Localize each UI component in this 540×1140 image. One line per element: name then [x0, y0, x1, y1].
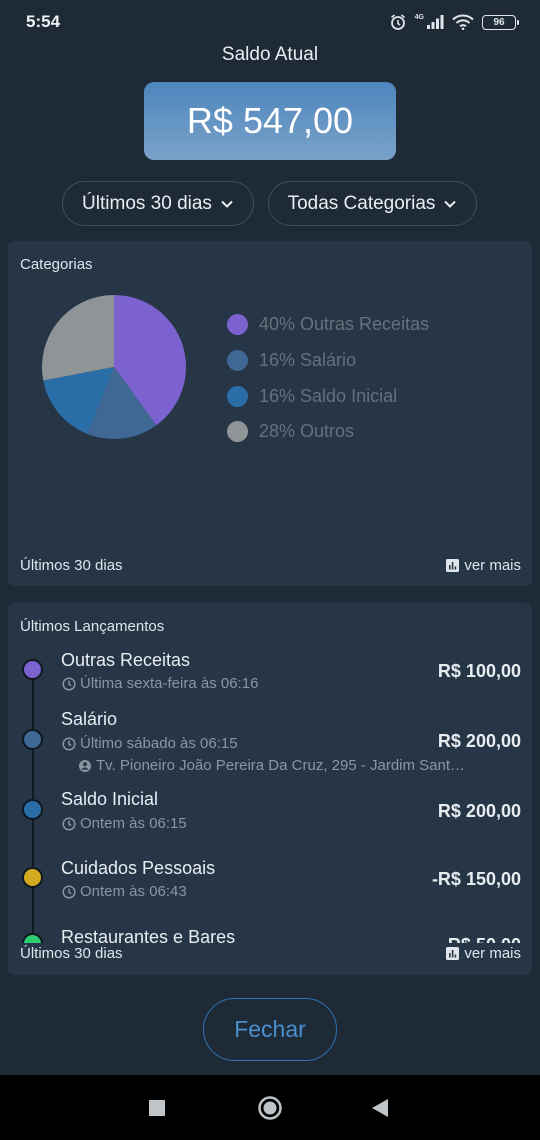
balance-title: Saldo Atual — [221, 44, 319, 65]
entry-address: Tv. Pioneiro João Pereira Da Cruz, 295 -… — [96, 757, 466, 774]
period-filter-label: Últimos 30 dias — [82, 192, 212, 214]
legend-label: 40% Outras Receitas — [259, 314, 430, 335]
entry-row[interactable]: Saldo Inicial Ontem às 06:15 R$ 200,00 — [8, 785, 532, 851]
categories-legend: 40% Outras Receitas 16% Salário 16% Sald… — [227, 307, 429, 450]
network-label: 4G — [414, 13, 424, 21]
entry-title: Restaurantes e Bares — [61, 927, 236, 943]
chevron-down-icon — [221, 200, 233, 208]
period-filter-button[interactable]: Últimos 30 dias — [62, 181, 254, 226]
entry-time: Ontem às 06:43 — [62, 883, 187, 900]
balance-value: R$ 547,00 — [144, 82, 396, 160]
recent-apps-button[interactable] — [149, 1100, 165, 1116]
close-button[interactable]: Fechar — [203, 998, 337, 1061]
alarm-icon — [389, 13, 407, 31]
clock-icon — [62, 676, 76, 691]
legend-dot — [227, 385, 248, 407]
recent-entries-title: Últimos Lançamentos — [20, 618, 165, 635]
category-filter-label: Todas Categorias — [287, 192, 436, 214]
person-pin-icon — [79, 759, 91, 772]
entry-color-dot — [22, 867, 43, 888]
entry-row[interactable]: Salário Último sábado às 06:15 Tv. Pione… — [8, 705, 532, 783]
entry-title: Saldo Inicial — [61, 789, 159, 809]
entry-amount: -R$ 50,00 — [442, 935, 521, 943]
navigation-bar — [0, 1075, 540, 1140]
recent-entries-card: Últimos Lançamentos Outras Receitas Últi… — [8, 603, 532, 975]
categories-pie-chart[interactable] — [40, 293, 188, 441]
home-button[interactable] — [257, 1095, 283, 1121]
entry-color-dot — [22, 799, 43, 820]
entry-time: Ontem às 06:15 — [62, 815, 187, 832]
status-icons: 4G 96 — [389, 13, 519, 31]
entry-time-label: Ontem às 06:15 — [80, 815, 187, 832]
entries-list[interactable]: Outras Receitas Última sexta-feira às 06… — [8, 643, 532, 943]
pie-slice-outros[interactable] — [41, 295, 114, 381]
legend-dot — [227, 421, 248, 443]
back-button[interactable] — [371, 1099, 389, 1117]
entries-see-more-link[interactable]: ver mais — [446, 945, 521, 962]
categories-card: Categorias 40% Outras Receitas 16% Salár… — [8, 241, 532, 586]
entry-row[interactable]: Outras Receitas Última sexta-feira às 06… — [8, 643, 532, 705]
entry-color-dot — [22, 933, 43, 943]
legend-item[interactable]: 28% Outros — [227, 414, 429, 450]
see-more-label: ver mais — [464, 557, 521, 574]
entry-time: Último sábado às 06:15 — [62, 735, 238, 752]
entry-location: Tv. Pioneiro João Pereira Da Cruz, 295 -… — [78, 757, 466, 774]
entry-time-label: Última sexta-feira às 06:16 — [80, 675, 259, 692]
legend-item[interactable]: 40% Outras Receitas — [227, 307, 429, 343]
entry-row[interactable]: Restaurantes e Bares -R$ 50,00 — [8, 923, 532, 943]
entry-color-dot — [22, 659, 43, 680]
category-filter-button[interactable]: Todas Categorias — [268, 181, 477, 226]
entry-title: Outras Receitas — [61, 650, 191, 670]
signal-icon — [426, 14, 444, 30]
bar-chart-icon — [446, 947, 460, 960]
entry-title: Salário — [61, 709, 118, 729]
entry-time-label: Ontem às 06:43 — [80, 883, 187, 900]
categories-footer-period: Últimos 30 dias — [20, 557, 123, 574]
status-time: 5:54 — [26, 12, 61, 31]
legend-item[interactable]: 16% Saldo Inicial — [227, 378, 429, 414]
entry-title: Cuidados Pessoais — [61, 858, 216, 878]
bar-chart-icon — [446, 559, 460, 572]
entry-time: Última sexta-feira às 06:16 — [62, 675, 258, 692]
wifi-icon — [452, 14, 474, 30]
clock-icon — [62, 736, 76, 751]
clock-icon — [62, 816, 76, 831]
categories-see-more-link[interactable]: ver mais — [446, 557, 521, 574]
clock-icon — [62, 884, 76, 899]
legend-dot — [227, 350, 248, 372]
entry-amount: R$ 200,00 — [437, 731, 521, 751]
legend-label: 28% Outros — [259, 421, 355, 442]
legend-item[interactable]: 16% Salário — [227, 343, 429, 379]
see-more-label: ver mais — [464, 945, 521, 962]
entries-footer-period: Últimos 30 dias — [20, 945, 123, 962]
entry-row[interactable]: Cuidados Pessoais Ontem às 06:43 -R$ 150… — [8, 853, 532, 921]
categories-title: Categorias — [20, 256, 93, 273]
chevron-down-icon — [444, 200, 457, 208]
legend-label: 16% Salário — [259, 350, 357, 371]
entry-color-dot — [22, 729, 43, 750]
status-bar: 5:54 4G 96 — [0, 0, 540, 44]
battery-icon: 96 — [482, 14, 519, 30]
legend-dot — [227, 314, 248, 336]
legend-label: 16% Saldo Inicial — [259, 385, 398, 406]
entry-time-label: Último sábado às 06:15 — [80, 735, 238, 752]
entry-amount: R$ 100,00 — [437, 661, 521, 681]
entry-amount: -R$ 150,00 — [431, 869, 521, 889]
entry-amount: R$ 200,00 — [437, 801, 521, 821]
